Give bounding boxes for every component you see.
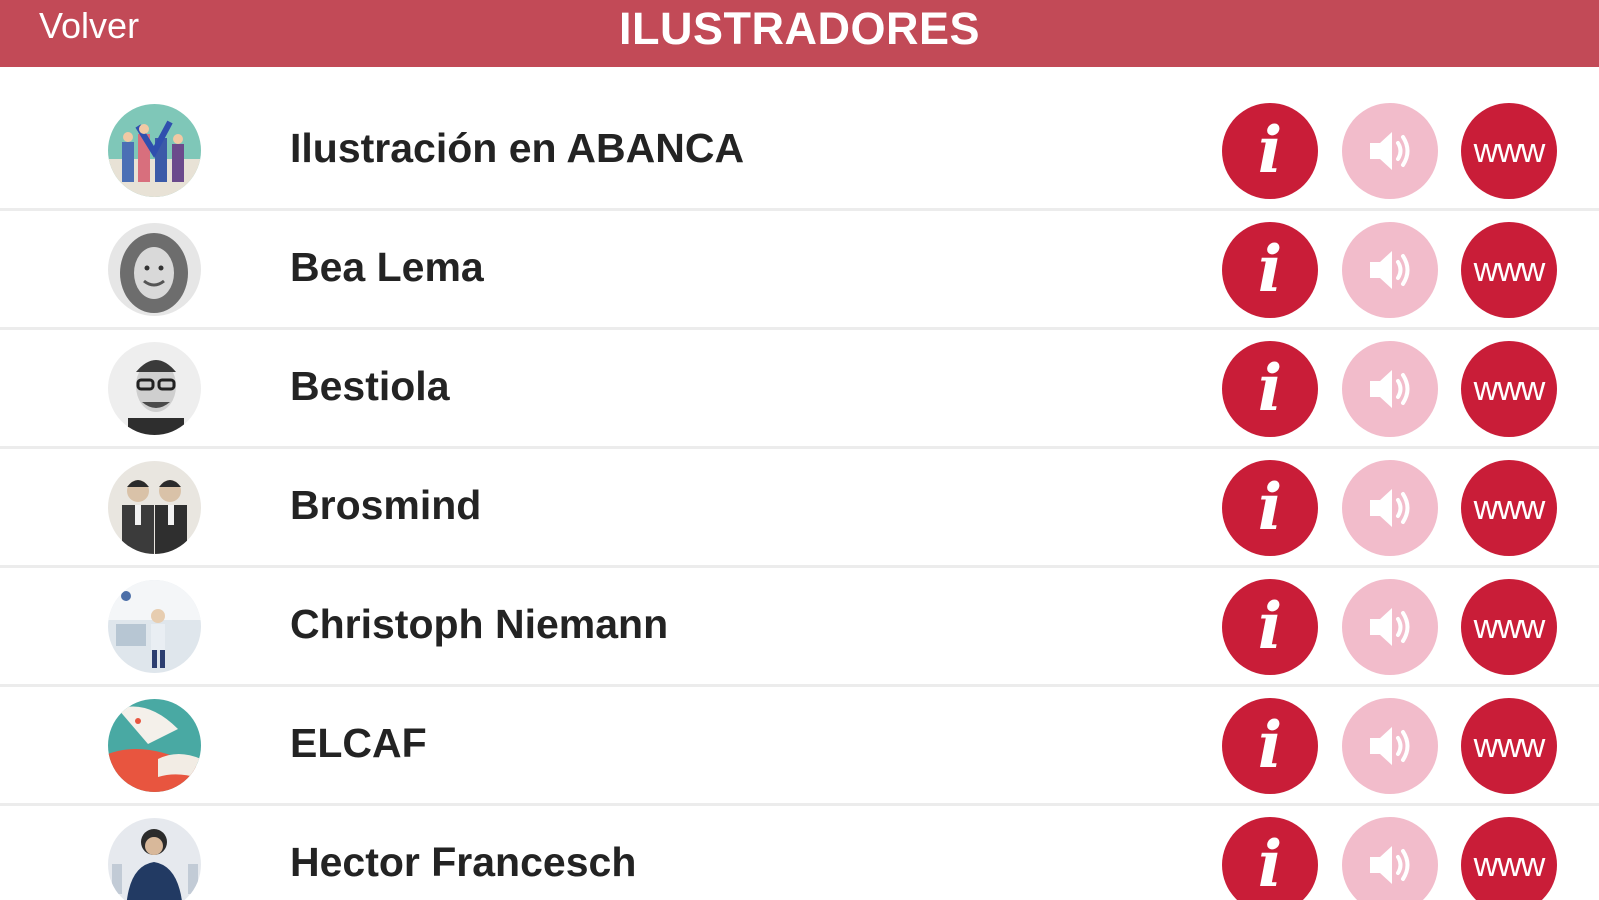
audio-button[interactable]	[1342, 698, 1438, 794]
speaker-icon	[1370, 132, 1410, 170]
list-item[interactable]: Bestiola i www	[0, 330, 1599, 449]
illustrator-name: Bea Lema	[290, 244, 484, 290]
info-icon: i	[1257, 351, 1283, 426]
website-button[interactable]: www	[1461, 103, 1557, 199]
illustrator-name: ELCAF	[290, 720, 427, 766]
info-button[interactable]: i	[1222, 698, 1318, 794]
info-button[interactable]: i	[1222, 579, 1318, 675]
avatar	[108, 699, 201, 792]
illustrator-name: Bestiola	[290, 363, 450, 409]
avatar	[108, 104, 201, 197]
speaker-icon	[1370, 251, 1410, 289]
audio-button[interactable]	[1342, 817, 1438, 900]
info-button[interactable]: i	[1222, 460, 1318, 556]
page-title: ILUSTRADORES	[618, 3, 980, 54]
web-icon: www	[1473, 608, 1546, 646]
avatar	[108, 580, 201, 673]
web-icon: www	[1473, 727, 1546, 765]
list-item[interactable]: Bea Lema i www	[0, 211, 1599, 330]
illustrator-name: Christoph Niemann	[290, 601, 669, 647]
info-icon: i	[1257, 470, 1283, 545]
info-icon: i	[1257, 827, 1283, 900]
website-button[interactable]: www	[1461, 579, 1557, 675]
list-item[interactable]: ELCAF i www	[0, 687, 1599, 806]
info-icon: i	[1257, 232, 1283, 307]
speaker-icon	[1370, 489, 1410, 527]
illustrator-name: Brosmind	[290, 482, 482, 528]
web-icon: www	[1473, 251, 1546, 289]
website-button[interactable]: www	[1461, 460, 1557, 556]
speaker-icon	[1370, 846, 1410, 884]
info-icon: i	[1257, 708, 1283, 783]
illustrator-name: Ilustración en ABANCA	[290, 125, 745, 171]
avatar	[108, 461, 201, 554]
avatar	[108, 342, 201, 435]
audio-button[interactable]	[1342, 341, 1438, 437]
illustrator-name: Hector Francesch	[290, 839, 637, 885]
list-item[interactable]: Hector Francesch i www	[0, 806, 1599, 900]
web-icon: www	[1473, 132, 1546, 170]
audio-button[interactable]	[1342, 103, 1438, 199]
info-button[interactable]: i	[1222, 817, 1318, 900]
info-button[interactable]: i	[1222, 103, 1318, 199]
navigation-bar: Volver ILUSTRADORES	[0, 0, 1599, 67]
web-icon: www	[1473, 489, 1546, 527]
app-screen: Volver ILUSTRADORES Ilustración en ABANC…	[0, 0, 1599, 900]
info-button[interactable]: i	[1222, 341, 1318, 437]
web-icon: www	[1473, 370, 1546, 408]
illustrators-list[interactable]: Ilustración en ABANCA i www Bea Lema i w…	[0, 92, 1599, 900]
speaker-icon	[1370, 727, 1410, 765]
web-icon: www	[1473, 846, 1546, 884]
website-button[interactable]: www	[1461, 222, 1557, 318]
speaker-icon	[1370, 608, 1410, 646]
speaker-icon	[1370, 370, 1410, 408]
info-icon: i	[1257, 113, 1283, 188]
website-button[interactable]: www	[1461, 341, 1557, 437]
list-item[interactable]: Ilustración en ABANCA i www	[0, 92, 1599, 211]
list-item[interactable]: Christoph Niemann i www	[0, 568, 1599, 687]
info-icon: i	[1257, 589, 1283, 664]
avatar	[108, 818, 201, 900]
audio-button[interactable]	[1342, 460, 1438, 556]
list-item[interactable]: Brosmind i www	[0, 449, 1599, 568]
website-button[interactable]: www	[1461, 698, 1557, 794]
website-button[interactable]: www	[1461, 817, 1557, 900]
audio-button[interactable]	[1342, 222, 1438, 318]
audio-button[interactable]	[1342, 579, 1438, 675]
info-button[interactable]: i	[1222, 222, 1318, 318]
avatar	[108, 223, 201, 316]
